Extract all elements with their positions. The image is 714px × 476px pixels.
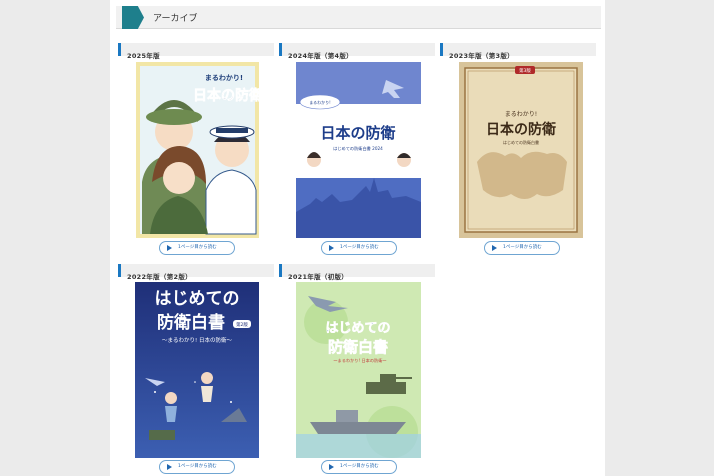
- svg-text:〜まるわかり! 日本の防衛〜: 〜まるわかり! 日本の防衛〜: [162, 336, 232, 344]
- edition-heading: 2025年版: [118, 43, 274, 60]
- svg-text:まるわかり!: まるわかり!: [205, 73, 243, 82]
- svg-text:日本の防衛: 日本の防衛: [193, 87, 259, 104]
- edition-2023: 2023年版（第3版） 第3版 まるわかり! 日本の防衛 はじめての防衛白書 1…: [440, 43, 596, 263]
- cover-2025-image: まるわかり! 日本の防衛: [136, 62, 259, 238]
- cover-2024-image: まるわかり! 日本の防衛 はじめての防衛白書 2024: [296, 62, 421, 238]
- cover-2025-link[interactable]: まるわかり! 日本の防衛: [136, 62, 259, 238]
- edition-label: 2024年版（第4版）: [288, 52, 353, 60]
- cover-2021-image: はじめての 防衛白書 〜まるわかり! 日本の防衛〜: [296, 282, 421, 458]
- svg-text:日本の防衛: 日本の防衛: [486, 121, 556, 138]
- cover-2023-image: 第3版 まるわかり! 日本の防衛 はじめての防衛白書: [459, 62, 583, 238]
- play-icon: [167, 245, 172, 251]
- edition-heading: 2022年版（第2版）: [118, 264, 274, 281]
- svg-text:日本の防衛: 日本の防衛: [320, 124, 395, 142]
- cover-2024-link[interactable]: まるわかり! 日本の防衛 はじめての防衛白書 2024: [296, 62, 421, 238]
- read-button[interactable]: 1ページ目から読む: [159, 460, 235, 474]
- read-button-label: 1ページ目から読む: [178, 245, 217, 250]
- edition-2025: 2025年版 まるわかり! 日本の防衛 1ページ目から読む: [118, 43, 274, 263]
- play-icon: [329, 245, 334, 251]
- play-icon: [329, 464, 334, 470]
- read-button[interactable]: 1ページ目から読む: [159, 241, 235, 255]
- read-button-label: 1ページ目から読む: [178, 464, 217, 469]
- svg-text:まるわかり!: まるわかり!: [505, 111, 537, 118]
- edition-heading: 2024年版（第4版）: [279, 43, 435, 60]
- svg-text:第2版: 第2版: [236, 321, 248, 328]
- archive-header: アーカイブ: [116, 6, 601, 29]
- svg-text:はじめての: はじめての: [155, 289, 240, 309]
- archive-page: アーカイブ 2025年版 まるわかり! 日本の防衛 1ページ目から読む 2024…: [110, 0, 605, 476]
- read-button[interactable]: 1ページ目から読む: [484, 241, 560, 255]
- edition-label: 2025年版: [127, 52, 160, 60]
- svg-text:〜まるわかり! 日本の防衛〜: 〜まるわかり! 日本の防衛〜: [333, 357, 386, 364]
- read-button-label: 1ページ目から読む: [503, 245, 542, 250]
- edition-label: 2022年版（第2版）: [127, 273, 192, 281]
- svg-text:防衛白書: 防衛白書: [328, 338, 388, 356]
- svg-text:はじめての防衛白書 2024: はじめての防衛白書 2024: [333, 145, 383, 152]
- edition-heading: 2023年版（第3版）: [440, 43, 596, 60]
- play-icon: [492, 245, 497, 251]
- svg-text:まるわかり!: まるわかり!: [309, 99, 331, 105]
- read-button[interactable]: 1ページ目から読む: [321, 460, 397, 474]
- read-button-label: 1ページ目から読む: [340, 245, 379, 250]
- edition-2024: 2024年版（第4版） まるわかり! 日本の防衛 はじめての防衛白書 2024: [279, 43, 435, 263]
- edition-2022: 2022年版（第2版） はじめての 防衛白書 第2版 〜まるわかり! 日本の防衛…: [118, 264, 274, 476]
- edition-label: 2023年版（第3版）: [449, 52, 514, 60]
- edition-2021: 2021年版（初版） はじめての 防衛白書 〜まるわかり! 日本の防衛〜 1ペー…: [279, 264, 435, 476]
- edition-label: 2021年版（初版）: [288, 273, 349, 281]
- svg-text:防衛白書: 防衛白書: [157, 312, 225, 333]
- edition-heading: 2021年版（初版）: [279, 264, 435, 281]
- play-icon: [167, 464, 172, 470]
- svg-text:はじめての: はじめての: [325, 321, 390, 336]
- svg-text:第3版: 第3版: [519, 67, 531, 74]
- cover-2022-link[interactable]: はじめての 防衛白書 第2版 〜まるわかり! 日本の防衛〜: [135, 282, 259, 458]
- section-flag-icon: [122, 6, 144, 29]
- svg-text:はじめての防衛白書: はじめての防衛白書: [503, 139, 539, 145]
- read-button-label: 1ページ目から読む: [340, 464, 379, 469]
- cover-2022-image: はじめての 防衛白書 第2版 〜まるわかり! 日本の防衛〜: [135, 282, 259, 458]
- cover-2021-link[interactable]: はじめての 防衛白書 〜まるわかり! 日本の防衛〜: [296, 282, 421, 458]
- cover-2023-link[interactable]: 第3版 まるわかり! 日本の防衛 はじめての防衛白書: [459, 62, 583, 238]
- archive-title: アーカイブ: [153, 14, 198, 24]
- read-button[interactable]: 1ページ目から読む: [321, 241, 397, 255]
